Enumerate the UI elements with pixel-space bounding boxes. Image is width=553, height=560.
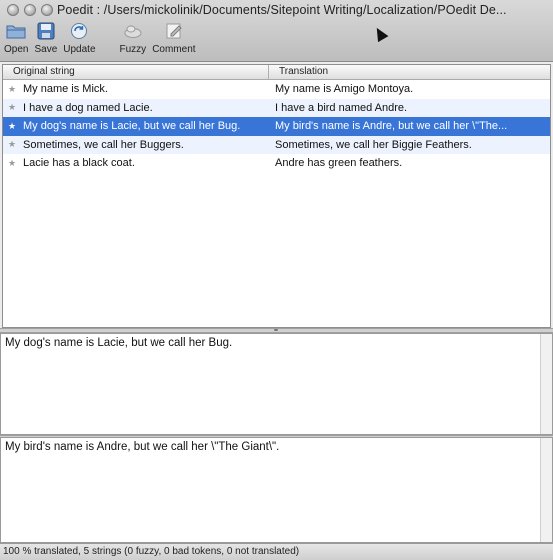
translation-cell: I have a bird named Andre. bbox=[275, 101, 408, 114]
update-label: Update bbox=[63, 44, 96, 55]
save-button[interactable]: Save bbox=[34, 22, 57, 55]
table-row[interactable]: ★ I have a dog named Lacie. I have a bir… bbox=[3, 98, 550, 117]
table-row-selected[interactable]: ★ My dog's name is Lacie, but we call he… bbox=[3, 117, 550, 136]
source-text-pane: My dog's name is Lacie, but we call her … bbox=[0, 333, 553, 435]
title-bar: Poedit : /Users/mickolinik/Documents/Sit… bbox=[0, 0, 553, 62]
table-row[interactable]: ★ Lacie has a black coat. Andre has gree… bbox=[3, 154, 550, 173]
original-string-column-header[interactable]: Original string bbox=[3, 65, 269, 79]
folder-icon bbox=[6, 22, 26, 40]
translation-cell: My bird's name is Andre, but we call her… bbox=[275, 120, 508, 133]
mouse-cursor-icon bbox=[371, 24, 389, 43]
source-scrollbar[interactable] bbox=[540, 334, 552, 434]
update-icon bbox=[69, 22, 89, 40]
star-icon: ★ bbox=[7, 83, 17, 94]
save-label: Save bbox=[34, 44, 58, 55]
open-button[interactable]: Open bbox=[4, 22, 28, 55]
table-row[interactable]: ★ Sometimes, we call her Buggers. Someti… bbox=[3, 135, 550, 154]
zoom-window-button[interactable] bbox=[41, 4, 53, 16]
star-icon: ★ bbox=[7, 139, 17, 150]
minimize-window-button[interactable] bbox=[24, 4, 36, 16]
translation-scrollbar[interactable] bbox=[540, 438, 552, 542]
save-icon bbox=[36, 22, 56, 40]
splitter-grip-icon bbox=[274, 329, 278, 331]
fuzzy-button[interactable]: Fuzzy bbox=[119, 22, 147, 55]
original-cell: Sometimes, we call her Buggers. bbox=[23, 138, 184, 151]
original-cell: My dog's name is Lacie, but we call her … bbox=[23, 120, 241, 133]
original-cell: I have a dog named Lacie. bbox=[23, 101, 153, 114]
window-controls bbox=[7, 4, 53, 16]
original-cell: My name is Mick. bbox=[23, 83, 108, 96]
fuzzy-label: Fuzzy bbox=[119, 44, 147, 55]
translation-text-pane[interactable]: My bird's name is Andre, but we call her… bbox=[0, 437, 553, 543]
star-icon: ★ bbox=[7, 157, 17, 168]
fuzzy-icon bbox=[123, 22, 143, 40]
poedit-window: Poedit : /Users/mickolinik/Documents/Sit… bbox=[0, 0, 553, 560]
star-icon: ★ bbox=[7, 120, 17, 131]
strings-table: Original string Translation ★ My name is… bbox=[2, 64, 551, 328]
table-body: ★ My name is Mick. My name is Amigo Mont… bbox=[3, 80, 550, 173]
translation-cell: Andre has green feathers. bbox=[275, 157, 403, 170]
comment-label: Comment bbox=[152, 44, 196, 55]
source-text: My dog's name is Lacie, but we call her … bbox=[5, 337, 233, 349]
translation-column-header[interactable]: Translation bbox=[269, 65, 550, 79]
window-title: Poedit : /Users/mickolinik/Documents/Sit… bbox=[57, 3, 507, 17]
toolbar: Open Save Update Fuzzy Comment bbox=[4, 22, 202, 55]
close-window-button[interactable] bbox=[7, 4, 19, 16]
table-row[interactable]: ★ My name is Mick. My name is Amigo Mont… bbox=[3, 80, 550, 99]
translation-text-input[interactable]: My bird's name is Andre, but we call her… bbox=[5, 441, 548, 453]
original-cell: Lacie has a black coat. bbox=[23, 157, 135, 170]
update-button[interactable]: Update bbox=[63, 22, 96, 55]
translation-cell: Sometimes, we call her Biggie Feathers. bbox=[275, 138, 472, 151]
open-label: Open bbox=[4, 44, 29, 55]
status-bar: 100 % translated, 5 strings (0 fuzzy, 0 … bbox=[0, 543, 553, 560]
star-icon: ★ bbox=[7, 102, 17, 113]
comment-button[interactable]: Comment bbox=[152, 22, 196, 55]
table-header: Original string Translation bbox=[3, 65, 550, 80]
comment-icon bbox=[164, 22, 184, 40]
translation-cell: My name is Amigo Montoya. bbox=[275, 83, 414, 96]
